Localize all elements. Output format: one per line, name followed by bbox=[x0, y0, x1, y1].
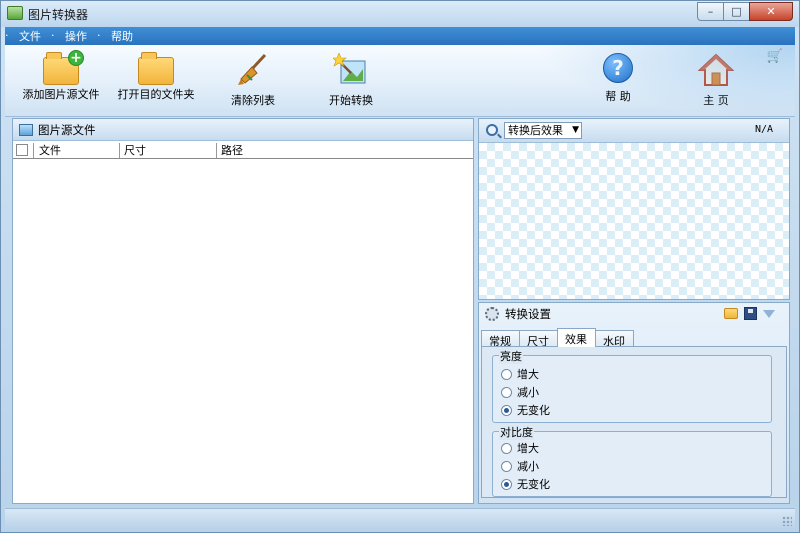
add-source-files-button[interactable]: + 添加图片源文件 bbox=[21, 50, 101, 115]
contrast-increase-option[interactable]: 增大 bbox=[501, 440, 539, 456]
effects-tab-content: 亮度 增大 减小 无变化 对比度 增大 减小 无变化 bbox=[481, 346, 787, 498]
help-button[interactable]: ? 帮 助 bbox=[595, 53, 641, 115]
open-settings-folder-icon[interactable] bbox=[724, 308, 738, 319]
home-icon bbox=[697, 53, 735, 87]
preview-status: N/A bbox=[754, 124, 773, 135]
open-destination-folder-label: 打开目的文件夹 bbox=[117, 88, 195, 101]
start-convert-button[interactable]: 开始转换 bbox=[323, 52, 379, 115]
menu-operation[interactable]: 操作 bbox=[51, 26, 97, 44]
folder-add-icon: + bbox=[43, 50, 84, 85]
radio-button-selected[interactable] bbox=[501, 478, 512, 490]
brightness-increase-option[interactable]: 增大 bbox=[501, 366, 539, 382]
magnifier-icon bbox=[486, 124, 498, 136]
source-files-header: 图片源文件 bbox=[13, 119, 473, 141]
radio-button[interactable] bbox=[501, 442, 512, 454]
menu-file[interactable]: 文件 bbox=[5, 26, 51, 44]
collapse-arrow-icon[interactable] bbox=[763, 310, 775, 318]
window-controls: – □ ✕ bbox=[697, 2, 793, 21]
conversion-settings-panel: 转换设置 常规 尺寸 效果 水印 亮度 增大 减小 无变化 对比度 增大 减小 … bbox=[478, 302, 790, 504]
toolbar: 🛒 + 添加图片源文件 打开目的文件夹 清除列表 开始转换 ? 帮 助 主 页 bbox=[5, 45, 795, 117]
column-file[interactable]: 文件 bbox=[34, 143, 120, 158]
close-button[interactable]: ✕ bbox=[749, 2, 793, 21]
start-convert-label: 开始转换 bbox=[329, 94, 373, 107]
folder-icon bbox=[138, 52, 174, 85]
brightness-decrease-option[interactable]: 减小 bbox=[501, 384, 539, 400]
preview-mode-dropdown[interactable]: 转换后效果 ▼ bbox=[504, 122, 582, 139]
radio-button[interactable] bbox=[501, 368, 512, 380]
contrast-title: 对比度 bbox=[499, 424, 534, 440]
home-label: 主 页 bbox=[703, 94, 729, 107]
menu-bar: 文件 操作 帮助 bbox=[5, 26, 795, 45]
broom-icon bbox=[235, 53, 271, 87]
contrast-no-change-option[interactable]: 无变化 bbox=[501, 476, 550, 492]
brightness-title: 亮度 bbox=[499, 348, 523, 364]
cart-icon[interactable]: 🛒 bbox=[767, 49, 783, 64]
chevron-down-icon: ▼ bbox=[572, 125, 579, 135]
source-files-table-header: 文件 尺寸 路径 bbox=[13, 143, 473, 159]
clear-list-button[interactable]: 清除列表 bbox=[225, 53, 281, 115]
settings-actions bbox=[724, 307, 775, 320]
column-path[interactable]: 路径 bbox=[217, 143, 473, 158]
add-source-files-label: 添加图片源文件 bbox=[22, 88, 100, 101]
select-all-checkbox[interactable] bbox=[16, 144, 28, 156]
tab-effects[interactable]: 效果 bbox=[557, 328, 596, 347]
preview-mode-value: 转换后效果 bbox=[508, 124, 563, 137]
select-all-column bbox=[13, 143, 34, 158]
image-icon bbox=[19, 123, 33, 136]
menu-help[interactable]: 帮助 bbox=[97, 26, 143, 44]
preview-canvas bbox=[479, 143, 789, 299]
title-bar: 图片转换器 – □ ✕ bbox=[1, 1, 799, 27]
source-files-panel: 图片源文件 文件 尺寸 路径 bbox=[12, 118, 474, 504]
clear-list-label: 清除列表 bbox=[231, 94, 275, 107]
preview-header: 转换后效果 ▼ N/A bbox=[479, 119, 789, 143]
tab-size[interactable]: 尺寸 bbox=[519, 330, 558, 348]
help-label: 帮 助 bbox=[605, 90, 631, 103]
radio-button-selected[interactable] bbox=[501, 404, 512, 416]
contrast-group: 对比度 增大 减小 无变化 bbox=[492, 424, 772, 497]
source-files-title: 图片源文件 bbox=[38, 122, 96, 137]
help-icon: ? bbox=[603, 53, 633, 83]
magic-wand-icon bbox=[332, 52, 369, 87]
settings-title: 转换设置 bbox=[505, 307, 551, 321]
minimize-button[interactable]: – bbox=[697, 2, 723, 21]
tab-general[interactable]: 常规 bbox=[481, 330, 520, 348]
tab-watermark[interactable]: 水印 bbox=[595, 330, 634, 348]
brightness-no-change-option[interactable]: 无变化 bbox=[501, 402, 550, 418]
column-size[interactable]: 尺寸 bbox=[120, 143, 217, 158]
app-window: 图片转换器 – □ ✕ 文件 操作 帮助 🛒 + 添加图片源文件 打开目的文件夹 bbox=[0, 0, 800, 533]
contrast-decrease-option[interactable]: 减小 bbox=[501, 458, 539, 474]
app-icon bbox=[7, 6, 23, 20]
radio-button[interactable] bbox=[501, 460, 512, 472]
home-button[interactable]: 主 页 bbox=[693, 53, 739, 115]
resize-grip-icon[interactable] bbox=[782, 516, 792, 526]
settings-header: 转换设置 bbox=[479, 303, 789, 325]
gear-icon bbox=[485, 307, 499, 321]
preview-panel: 转换后效果 ▼ N/A bbox=[478, 118, 790, 300]
status-bar bbox=[5, 508, 795, 528]
source-files-list[interactable] bbox=[13, 159, 473, 499]
save-settings-icon[interactable] bbox=[744, 307, 757, 320]
open-destination-folder-button[interactable]: 打开目的文件夹 bbox=[116, 52, 196, 115]
maximize-button[interactable]: □ bbox=[723, 2, 749, 21]
radio-button[interactable] bbox=[501, 386, 512, 398]
window-title: 图片转换器 bbox=[28, 8, 89, 22]
settings-tabs: 常规 尺寸 效果 水印 bbox=[481, 328, 634, 348]
brightness-group: 亮度 增大 减小 无变化 bbox=[492, 348, 772, 423]
